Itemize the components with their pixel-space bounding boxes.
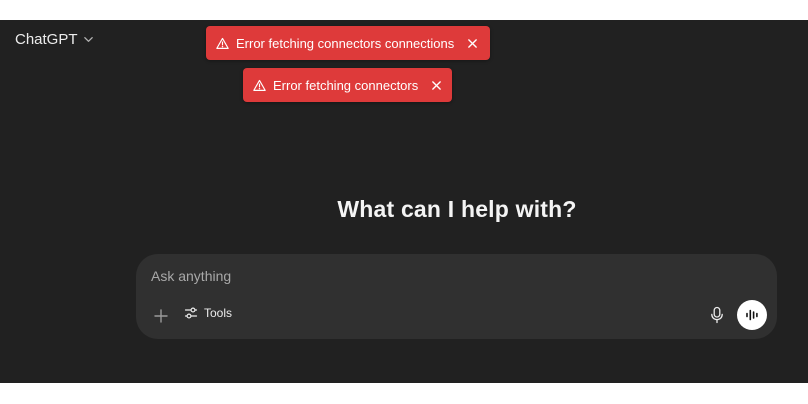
chat-app: ChatGPT Error fetching connectors connec… [0, 20, 808, 383]
model-switcher[interactable]: ChatGPT [15, 31, 94, 48]
voice-waveform-icon [746, 309, 758, 321]
voice-mode-button[interactable] [737, 300, 767, 330]
toast-message: Error fetching connectors [273, 77, 419, 93]
page-title: What can I help with? [337, 196, 577, 222]
error-toast: Error fetching connectors connections [206, 26, 490, 60]
model-name: ChatGPT [15, 31, 78, 48]
warning-icon [216, 37, 229, 49]
tools-button[interactable]: Tools [184, 306, 232, 320]
prompt-input[interactable] [151, 268, 691, 284]
chat-composer: Tools [136, 254, 777, 339]
close-icon[interactable] [431, 80, 442, 91]
toast-message: Error fetching connectors connections [236, 35, 455, 51]
close-icon[interactable] [467, 38, 478, 49]
error-toast: Error fetching connectors [243, 68, 452, 102]
sliders-icon [184, 307, 198, 319]
plus-icon[interactable] [152, 307, 170, 325]
chevron-down-icon [83, 37, 93, 42]
warning-icon [253, 79, 266, 91]
microphone-icon[interactable] [709, 306, 725, 324]
tools-label: Tools [204, 306, 233, 320]
